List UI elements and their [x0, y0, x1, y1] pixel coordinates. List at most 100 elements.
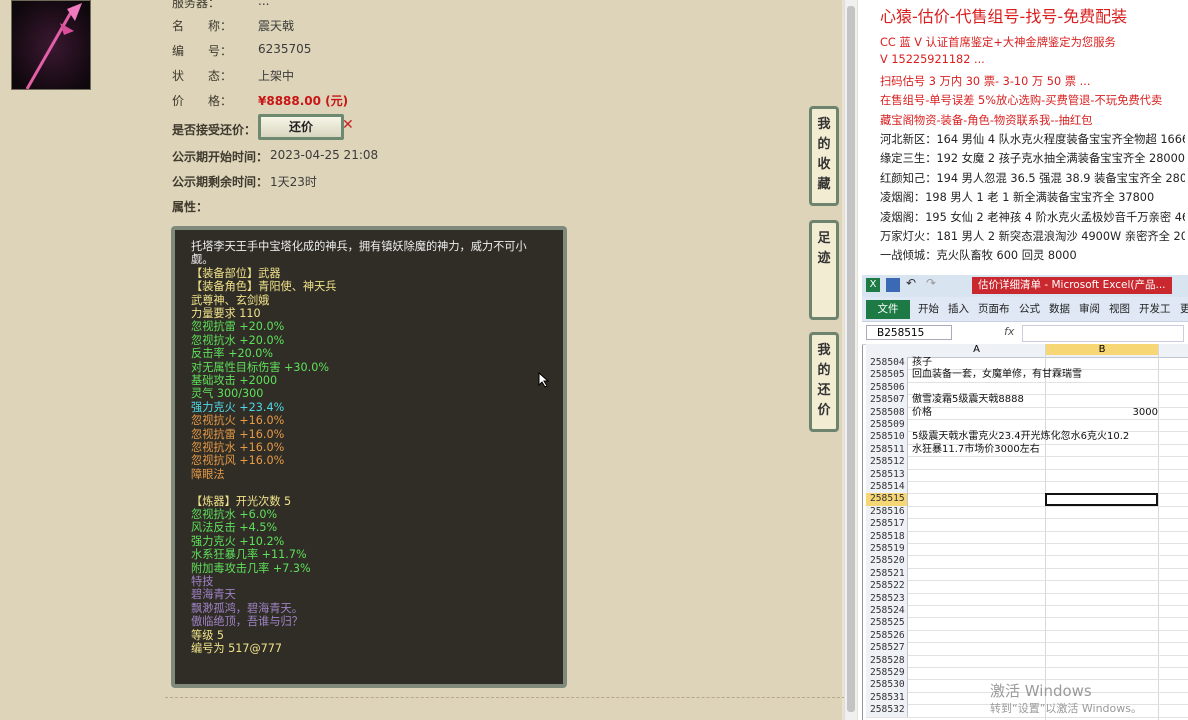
ad-line: 凌烟阁：198 男人 1 老 1 新全满装备宝宝齐全 37800	[880, 191, 1155, 205]
cell-a[interactable]: 傲雪凌霜5级震天戟8888	[912, 394, 1024, 406]
row-number[interactable]: 258509	[866, 419, 908, 432]
save-icon[interactable]	[886, 278, 900, 292]
counter-offer-button[interactable]: 还价	[258, 114, 344, 140]
name-label: 名 称：	[172, 19, 233, 33]
attribute-line: 忽视抗雷 +16.0%	[191, 427, 285, 441]
selected-cell[interactable]	[1045, 493, 1158, 506]
cell-a[interactable]: 价格	[912, 407, 932, 419]
ribbon-tab[interactable]: 页面布	[974, 300, 1014, 319]
row-number[interactable]: 258504	[866, 357, 908, 370]
row-number[interactable]: 258505	[866, 369, 908, 382]
row-number[interactable]: 258532	[866, 704, 908, 717]
row-number[interactable]: 258520	[866, 555, 908, 568]
item-price: ¥8888.00 (元)	[258, 94, 349, 108]
ad-line: 在售组号-单号误差 5%放心选购-买费管退-不玩免费代卖	[880, 94, 1163, 108]
row-number[interactable]: 258519	[866, 543, 908, 556]
ad-headline: 心猿-估价-代售组号-找号-免费配装	[880, 7, 1128, 26]
row-number[interactable]: 258517	[866, 518, 908, 531]
cursor-icon: ✕	[342, 117, 354, 133]
row-number[interactable]: 258506	[866, 381, 908, 395]
row-number[interactable]: 258507	[866, 394, 908, 407]
table-row: 258526	[866, 629, 1188, 644]
table-row: 258516	[866, 505, 1188, 520]
column-headers: A B	[866, 344, 1188, 358]
row-number[interactable]: 258516	[866, 505, 908, 519]
row-number[interactable]: 258529	[866, 667, 908, 680]
item-id: 6235705	[258, 42, 312, 56]
row-number[interactable]: 258512	[866, 456, 908, 469]
server-label: 服务器：	[172, 0, 221, 10]
table-row: 258520	[866, 555, 1188, 569]
redo-icon[interactable]: ↷	[926, 276, 936, 290]
row-number[interactable]: 258515	[866, 493, 908, 506]
ribbon-tab[interactable]: 审阅	[1075, 300, 1104, 319]
row-number[interactable]: 258508	[866, 406, 908, 419]
excel-title: 估价详细清单 - Microsoft Excel(产品...	[972, 277, 1172, 294]
undo-icon[interactable]: ↶	[906, 276, 916, 290]
fx-icon[interactable]: fx	[1004, 325, 1014, 338]
attribute-line: 忽视抗水 +16.0%	[191, 441, 285, 454]
ribbon-tab[interactable]: 公式	[1015, 300, 1044, 319]
side-tab-my-offers[interactable]: 我的还价	[809, 332, 839, 432]
ribbon-tab[interactable]: 文件	[866, 300, 910, 319]
item-status: 上架中	[258, 69, 295, 83]
side-tab-label: 我的还价	[817, 343, 831, 418]
row-number[interactable]: 258522	[866, 580, 908, 593]
ribbon-tab[interactable]: 数据	[1045, 300, 1074, 319]
status-label: 状 态：	[172, 69, 233, 83]
attributes-label: 属性：	[172, 200, 209, 214]
attribute-line: 基础攻击 +2000	[191, 374, 278, 387]
ribbon-tab[interactable]: 视图	[1105, 300, 1134, 319]
column-b-header[interactable]: B	[1046, 344, 1158, 355]
scrollbar-thumb[interactable]	[847, 6, 855, 712]
row-number[interactable]: 258525	[866, 617, 908, 630]
row-number[interactable]: 258510	[866, 431, 908, 444]
row-number[interactable]: 258518	[866, 530, 908, 543]
side-tab-footprint[interactable]: 足迹	[809, 220, 839, 320]
row-number[interactable]: 258530	[866, 679, 908, 692]
cell-b[interactable]: 3000	[1133, 407, 1158, 419]
item-thumbnail[interactable]	[11, 0, 91, 90]
formula-input[interactable]	[1022, 325, 1184, 342]
row-number[interactable]: 258528	[866, 654, 908, 667]
name-box[interactable]: B258515	[866, 325, 952, 340]
row-number[interactable]: 258514	[866, 481, 908, 494]
cell-a[interactable]: 5级震天戟水雷克火23.4开光炼化忽水6克火10.2	[912, 431, 1129, 443]
row-number[interactable]: 258513	[866, 468, 908, 481]
ribbon-tab[interactable]: 开始	[914, 300, 943, 319]
spear-icon	[12, 1, 90, 89]
attribute-line: 忽视抗水 +20.0%	[191, 333, 285, 347]
cell-a[interactable]: 水狂暴11.7市场价3000左右	[912, 444, 1040, 456]
row-number[interactable]: 258524	[866, 605, 908, 618]
table-row: 258527	[866, 642, 1188, 656]
attribute-line: 托塔李天王手中宝塔化成的神兵，拥有镇妖除魔的神力，威力不可小	[191, 240, 527, 253]
attribute-line: 等级 5	[191, 628, 225, 642]
attribute-line: 【炼器】开光次数 5	[191, 494, 292, 508]
page-scrollbar[interactable]	[844, 0, 857, 720]
ribbon-tab[interactable]: 开发工	[1135, 300, 1175, 319]
table-row: 258508 价格 3000	[866, 406, 1188, 420]
ribbon-tab[interactable]: 插入	[944, 300, 973, 319]
cell-a[interactable]: 回血装备一套，女魔单修，有甘霖瑞雪	[912, 369, 1082, 381]
row-number[interactable]: 258521	[866, 567, 908, 581]
attribute-line: 强力克火 +23.4%	[191, 400, 285, 414]
row-number[interactable]: 258527	[866, 642, 908, 655]
attribute-line: 傲临绝顶，吾谁与归？	[191, 615, 303, 629]
publicity-start-value: 2023-04-25 21:08	[270, 148, 379, 162]
table-row: 258507 傲雪凌霜5级震天戟8888	[866, 394, 1188, 408]
ribbon-tab[interactable]: 更多	[1176, 300, 1188, 319]
price-label: 价 格：	[172, 94, 233, 108]
table-row: 258512	[866, 456, 1188, 470]
row-number[interactable]: 258531	[866, 691, 908, 705]
row-number[interactable]: 258511	[866, 443, 908, 457]
row-number[interactable]: 258523	[866, 592, 908, 605]
side-tab-favorites[interactable]: 我的收藏	[809, 106, 839, 206]
ad-line: 凌烟阁：195 女仙 2 老神孩 4 阶水克火孟极妙音千万亲密 469	[880, 210, 1185, 224]
excel-titlebar: X ↶ ↷ 估价详细清单 - Microsoft Excel(产品...	[862, 275, 1188, 298]
row-number[interactable]: 258526	[866, 629, 908, 643]
id-label: 编 号：	[172, 44, 233, 58]
attribute-line: 忽视抗雷 +20.0%	[191, 320, 285, 334]
column-a-header[interactable]: A	[908, 344, 1045, 355]
attribute-line: 忽视抗水 +6.0%	[191, 508, 278, 521]
cell-a[interactable]: 孩子	[912, 357, 932, 369]
